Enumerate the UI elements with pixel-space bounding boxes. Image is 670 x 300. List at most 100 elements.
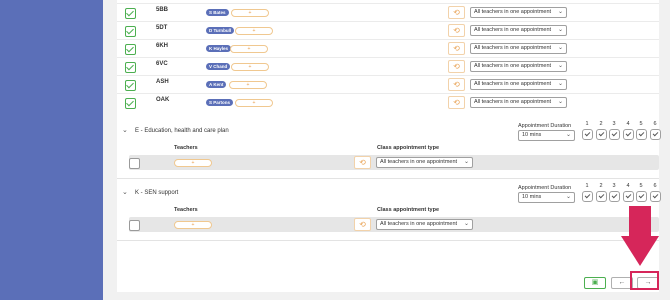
day-number-label: 1 [585, 121, 589, 127]
section-collapse-icon[interactable]: ⌄ [122, 188, 128, 196]
row-checkbox[interactable] [125, 26, 136, 37]
appointment-type-select[interactable]: All teachers in one appointment ⌄ [470, 43, 567, 54]
appointment-type-select[interactable]: All teachers in one appointment ⌄ [470, 61, 567, 72]
add-teacher-button[interactable]: + [235, 99, 273, 107]
day-number-label: 4 [626, 121, 630, 127]
day-checkbox[interactable] [582, 129, 593, 140]
day-number-label: 5 [639, 121, 643, 127]
reset-icon[interactable]: ⟲ [448, 6, 465, 19]
reset-icon[interactable]: ⟲ [448, 42, 465, 55]
day-checkbox[interactable] [636, 129, 647, 140]
class-code: 6KH [156, 43, 169, 49]
duration-label: Appointment Duration [518, 185, 572, 191]
teacher-chip[interactable]: A Kent [206, 81, 227, 88]
row-checkbox[interactable] [125, 44, 136, 55]
chevron-down-icon: ⌄ [565, 132, 571, 138]
teacher-chip[interactable]: K Hayles [206, 45, 232, 52]
day-checkbox[interactable] [636, 191, 647, 202]
class-code: 5BB [156, 7, 169, 13]
row-checkbox[interactable] [125, 98, 136, 109]
save-button[interactable]: ▣ [584, 277, 606, 289]
add-teacher-button[interactable]: + [230, 45, 268, 53]
class-row: OAK S Partons + ⟲ All teachers in one appoin… [117, 93, 659, 111]
appointment-type-select[interactable]: All teachers in one appointment ⌄ [470, 79, 567, 90]
appointment-type-value: All teachers in one appointment [380, 221, 458, 227]
divider [117, 240, 659, 241]
day-checkbox[interactable] [650, 129, 661, 140]
reset-icon[interactable]: ⟲ [354, 218, 371, 231]
main-area: 5BB S Bates + ⟲ All teachers in one appointm… [103, 0, 670, 300]
duration-select[interactable]: 10 mins ⌄ [518, 192, 575, 203]
day-checkbox[interactable] [623, 129, 634, 140]
teacher-chip[interactable]: S Bates [206, 9, 229, 16]
annotation-arrow-head [621, 236, 659, 266]
reset-icon[interactable]: ⟲ [448, 60, 465, 73]
appointment-type-value: All teachers in one appointment [474, 45, 552, 51]
reset-icon[interactable]: ⟲ [448, 96, 465, 109]
appointment-type-value: All teachers in one appointment [380, 159, 458, 165]
row-checkbox[interactable] [125, 62, 136, 73]
add-teacher-button[interactable]: + [229, 81, 267, 89]
add-teacher-button[interactable]: + [231, 63, 269, 71]
day-number-label: 6 [653, 121, 657, 127]
chevron-down-icon: ⌄ [557, 63, 563, 69]
add-teacher-button[interactable]: + [235, 27, 273, 35]
row-checkbox[interactable] [125, 80, 136, 91]
chevron-down-icon: ⌄ [565, 194, 571, 200]
duration-select[interactable]: 10 mins ⌄ [518, 130, 575, 141]
row-checkbox[interactable] [129, 220, 140, 231]
teacher-chip[interactable]: S Partons [206, 99, 234, 106]
row-checkbox[interactable] [129, 158, 140, 169]
arrow-left-icon: ← [618, 279, 626, 286]
sidebar [0, 0, 103, 300]
day-number-label: 3 [612, 121, 616, 127]
appointment-type-select[interactable]: All teachers in one appointment ⌄ [470, 25, 567, 36]
class-code: 5DT [156, 25, 168, 31]
day-checkbox[interactable] [650, 191, 661, 202]
day-checkbox[interactable] [596, 191, 607, 202]
class-code: ASH [156, 79, 169, 85]
duration-value: 10 mins [522, 194, 542, 200]
section-title: E - Education, health and care plan [135, 128, 229, 134]
chevron-down-icon: ⌄ [557, 99, 563, 105]
annotation-arrow-shaft [629, 206, 651, 236]
reset-icon[interactable]: ⟲ [354, 156, 371, 169]
appointment-type-value: All teachers in one appointment [474, 27, 552, 33]
appointment-type-select[interactable]: All teachers in one appointment ⌄ [376, 219, 473, 230]
appointment-type-header: Class appointment type [377, 207, 440, 213]
day-number-label: 2 [599, 183, 603, 189]
add-teacher-button[interactable]: + [231, 9, 269, 17]
appointment-type-value: All teachers in one appointment [474, 63, 552, 69]
section-title: K - SEN support [135, 190, 179, 196]
appointment-type-value: All teachers in one appointment [474, 99, 552, 105]
day-checkbox[interactable] [609, 191, 620, 202]
appointment-type-value: All teachers in one appointment [474, 9, 552, 15]
appointment-type-select[interactable]: All teachers in one appointment ⌄ [470, 97, 567, 108]
teacher-chip[interactable]: D Turnbull [206, 27, 235, 34]
add-teacher-button[interactable]: + [174, 221, 212, 229]
day-number-label: 2 [599, 121, 603, 127]
class-code: 6VC [156, 61, 168, 67]
next-button-highlight [630, 271, 659, 290]
section-teacher-row: + ⟲ All teachers in one appointment ⌄ [129, 155, 659, 170]
day-checkbox[interactable] [609, 129, 620, 140]
day-checkbox[interactable] [623, 191, 634, 202]
reset-icon[interactable]: ⟲ [448, 24, 465, 37]
class-row: 6KH K Hayles + ⟲ All teachers in one appoint… [117, 39, 659, 57]
class-row: 5BB S Bates + ⟲ All teachers in one appointm… [117, 3, 659, 21]
content-panel: 5BB S Bates + ⟲ All teachers in one appointm… [117, 0, 661, 292]
save-icon: ▣ [591, 279, 599, 286]
section-collapse-icon[interactable]: ⌄ [122, 126, 128, 134]
day-checkbox[interactable] [596, 129, 607, 140]
class-row: ASH A Kent + ⟲ All teachers in one appointme… [117, 75, 659, 93]
teacher-chip[interactable]: V Chand [206, 63, 231, 70]
add-teacher-button[interactable]: + [174, 159, 212, 167]
appointment-type-select[interactable]: All teachers in one appointment ⌄ [470, 7, 567, 18]
appointment-type-header: Class appointment type [377, 145, 440, 151]
section-teacher-row: + ⟲ All teachers in one appointment ⌄ [129, 217, 659, 232]
appointment-type-select[interactable]: All teachers in one appointment ⌄ [376, 157, 473, 168]
row-checkbox[interactable] [125, 8, 136, 19]
day-checkbox[interactable] [582, 191, 593, 202]
chevron-down-icon: ⌄ [557, 27, 563, 33]
reset-icon[interactable]: ⟲ [448, 78, 465, 91]
